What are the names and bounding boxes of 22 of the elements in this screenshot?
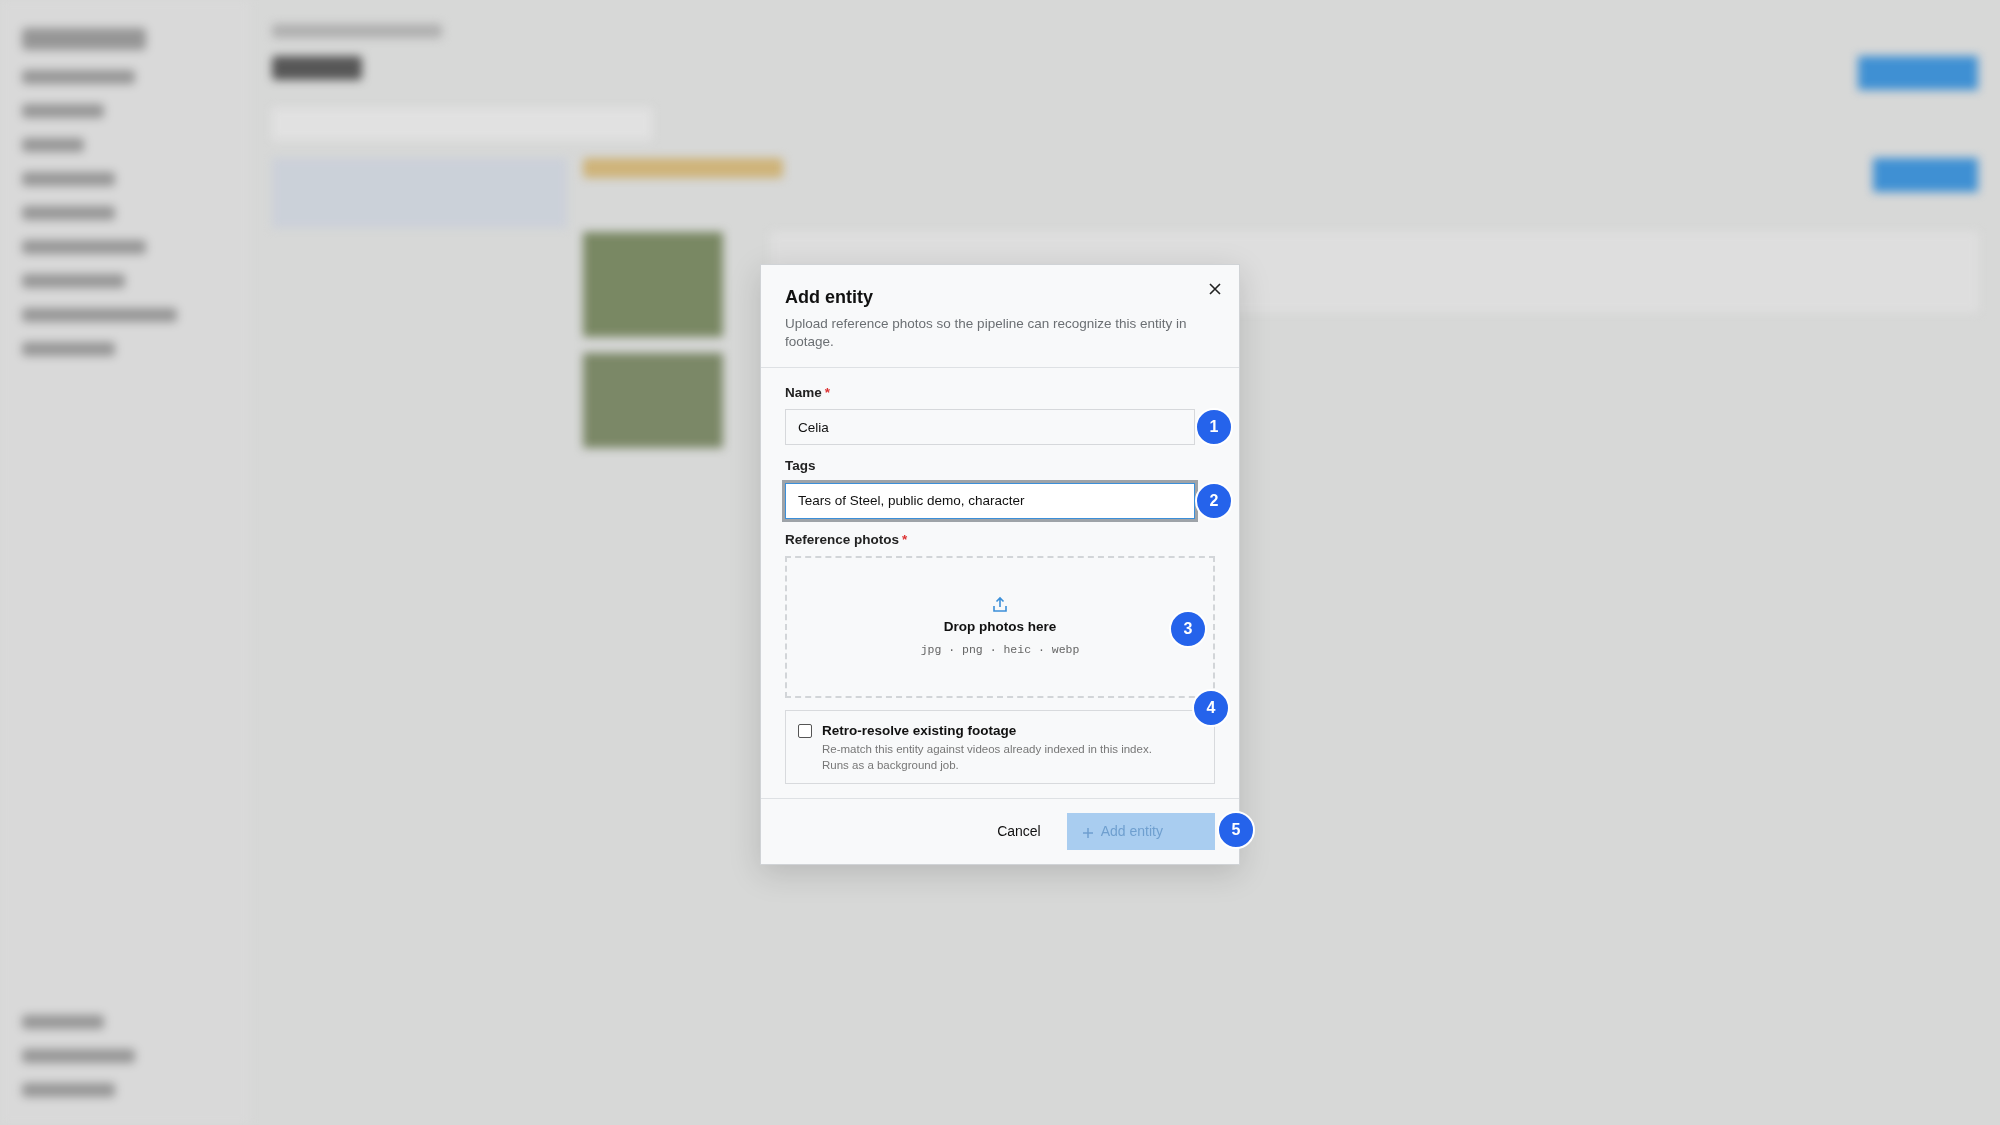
input-field[interactable]: Tears of Steel, public demo, character [785, 482, 1195, 519]
input-field[interactable]: Celia [785, 409, 1195, 446]
drop-zone[interactable]: Drop photos here jpg · png · heic · webp 3 [785, 555, 1215, 698]
checkbox-description: Re-match this entity against videos already indexed in this index. Runs as a background job. [822, 742, 1153, 774]
step-marker: 4 [1192, 688, 1230, 727]
upload-icon [992, 595, 1008, 613]
plus-icon [1082, 827, 1093, 838]
checkbox-label: Retro-resolve existing footage [822, 721, 1018, 740]
step-marker: 3 [1169, 609, 1207, 648]
dialog-title: Add entity [785, 287, 874, 309]
field-label: Name * [785, 384, 831, 403]
dialog-subtitle: Upload reference photos so the pipeline can recognize this entity in footage. [785, 314, 1188, 351]
cancel-button[interactable]: Cancel [983, 813, 1055, 851]
step-marker: 1 [1195, 408, 1233, 447]
drop-prompt: Drop photos here [943, 617, 1057, 636]
field-label: Tags [785, 457, 816, 476]
file-formats: jpg · png · heic · webp [920, 641, 1080, 658]
step-marker: 2 [1195, 481, 1233, 520]
step-marker: 5 [1217, 811, 1255, 850]
field-label: Reference photos * [785, 530, 908, 549]
checkbox[interactable] [798, 723, 812, 738]
close-icon [1209, 283, 1221, 295]
